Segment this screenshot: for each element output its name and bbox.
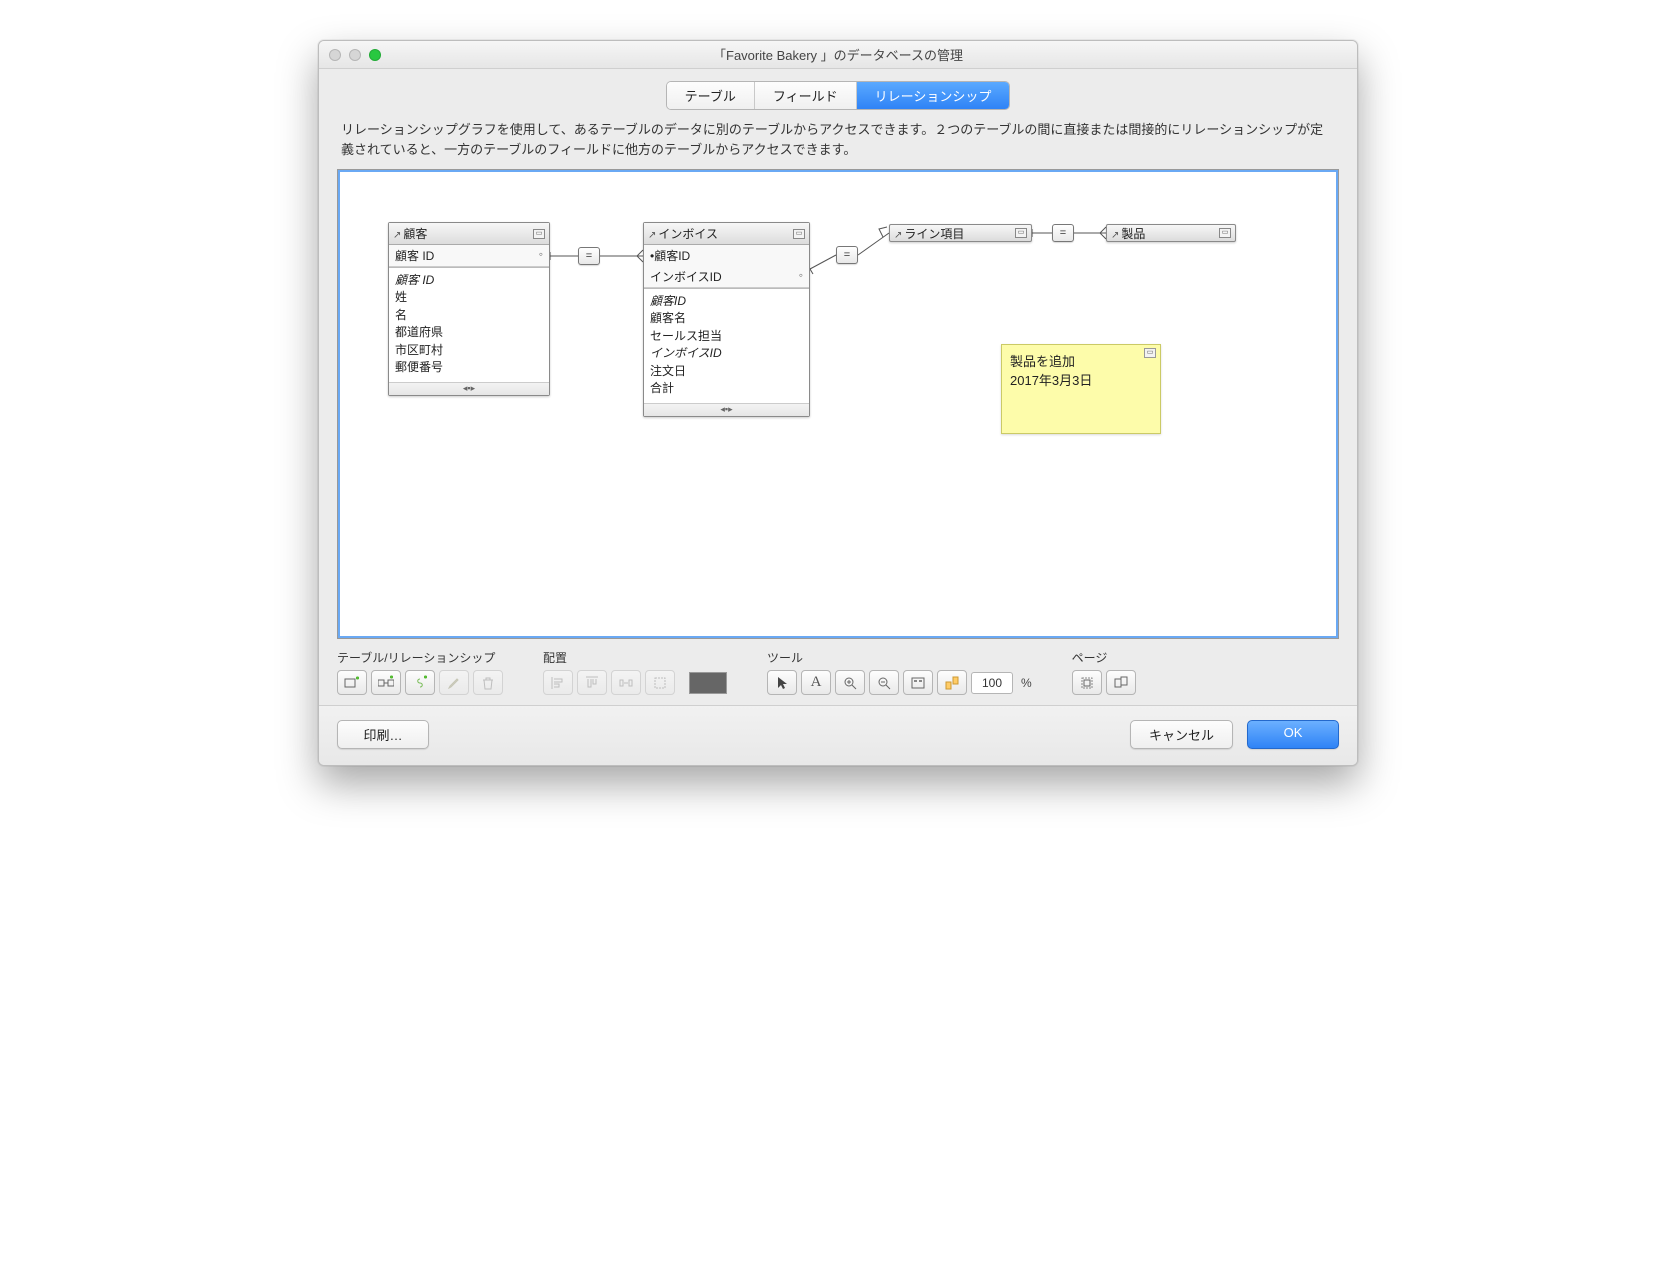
table-invoice-key1: •顧客ID	[650, 247, 690, 264]
show-page-breaks-button[interactable]	[937, 670, 967, 695]
group-page: ページ	[1072, 649, 1136, 695]
table-customer[interactable]: 顧客 顧客 ID 顧客 ID 姓 名 都道府県 市区町村 郵便番号 ◂▪▸	[388, 222, 550, 396]
page-multi-button[interactable]	[1106, 670, 1136, 695]
collapse-icon[interactable]	[1219, 228, 1231, 238]
tab-relationships[interactable]: リレーションシップ	[857, 82, 1010, 109]
note-line1: 製品を追加	[1010, 351, 1152, 370]
fit-window-button[interactable]	[903, 670, 933, 695]
group-tools: ツール A 100 %	[767, 649, 1032, 695]
collapse-icon[interactable]	[533, 229, 545, 239]
segmented-tabs: テーブル フィールド リレーションシップ	[666, 81, 1011, 110]
group-label: テーブル/リレーションシップ	[337, 649, 503, 666]
table-product[interactable]: 製品	[1106, 224, 1236, 242]
scroll-hint-icon[interactable]: ◂▪▸	[389, 382, 549, 395]
tab-fields[interactable]: フィールド	[755, 82, 857, 109]
description-text: リレーションシップグラフを使用して、あるテーブルのデータに別のテーブルからアクセ…	[319, 118, 1357, 169]
zoom-value-field[interactable]: 100	[971, 672, 1013, 694]
table-invoice-key2: インボイスID	[650, 268, 722, 285]
scroll-hint-icon[interactable]: ◂▪▸	[644, 403, 809, 416]
tabbar: テーブル フィールド リレーションシップ	[319, 69, 1357, 118]
join-operator-lineitem-product[interactable]: =	[1052, 224, 1074, 242]
table-lineitem-title: ライン項目	[894, 225, 964, 242]
add-table-button[interactable]	[337, 670, 367, 695]
delete-button[interactable]	[473, 670, 503, 695]
table-customer-title: 顧客	[393, 225, 427, 242]
pointer-tool-button[interactable]	[767, 670, 797, 695]
align-left-button[interactable]	[543, 670, 573, 695]
align-top-button[interactable]	[577, 670, 607, 695]
table-invoice-fields: 顧客ID 顧客名 セールス担当 インボイスID 注文日 合計	[644, 288, 809, 403]
table-lineitem[interactable]: ライン項目	[889, 224, 1032, 242]
group-table-relationship: テーブル/リレーションシップ	[337, 649, 503, 695]
tab-tables[interactable]: テーブル	[667, 82, 755, 109]
edit-button[interactable]	[439, 670, 469, 695]
collapse-icon[interactable]	[1015, 228, 1027, 238]
duplicate-button[interactable]	[405, 670, 435, 695]
table-invoice-title: インボイス	[648, 225, 718, 242]
resize-button[interactable]	[645, 670, 675, 695]
titlebar[interactable]: 「Favorite Bakery 」のデータベースの管理	[319, 41, 1357, 69]
group-label: ツール	[767, 649, 1032, 666]
zoom-in-button[interactable]	[835, 670, 865, 695]
join-operator-invoice-lineitem[interactable]: =	[836, 246, 858, 264]
page-select-button[interactable]	[1072, 670, 1102, 695]
zoom-out-button[interactable]	[869, 670, 899, 695]
ok-button[interactable]: OK	[1247, 720, 1339, 749]
window-title: 「Favorite Bakery 」のデータベースの管理	[319, 45, 1357, 64]
color-swatch[interactable]	[689, 672, 727, 694]
zoom-percent-label: %	[1021, 676, 1032, 690]
collapse-icon[interactable]	[793, 229, 805, 239]
note-line2: 2017年3月3日	[1010, 370, 1152, 389]
key-indicator-icon	[799, 268, 803, 285]
group-label: ページ	[1072, 649, 1136, 666]
group-label: 配置	[543, 649, 727, 666]
key-indicator-icon	[539, 247, 543, 264]
distribute-h-button[interactable]	[611, 670, 641, 695]
join-operator-customer-invoice[interactable]: =	[578, 247, 600, 265]
note-collapse-icon[interactable]	[1144, 348, 1156, 358]
canvas-note[interactable]: 製品を追加 2017年3月3日	[1001, 344, 1161, 434]
manage-database-window: 「Favorite Bakery 」のデータベースの管理 テーブル フィールド …	[318, 40, 1358, 766]
table-invoice[interactable]: インボイス •顧客ID インボイスID 顧客ID 顧客名 セールス担当 インボイ…	[643, 222, 810, 417]
table-customer-fields: 顧客 ID 姓 名 都道府県 市区町村 郵便番号	[389, 267, 549, 382]
add-relationship-button[interactable]	[371, 670, 401, 695]
print-button[interactable]: 印刷…	[337, 720, 429, 749]
relationship-graph-canvas[interactable]: = = = 顧客 顧客 ID 顧客 ID 姓 名 都道府県 市区町村 郵便番号 …	[337, 169, 1339, 639]
table-product-title: 製品	[1111, 225, 1145, 242]
cancel-button[interactable]: キャンセル	[1130, 720, 1233, 749]
text-note-tool-button[interactable]: A	[801, 670, 831, 695]
table-customer-key: 顧客 ID	[395, 247, 434, 264]
group-arrange: 配置	[543, 649, 727, 695]
dialog-footer: 印刷… キャンセル OK	[319, 705, 1357, 765]
tool-strip: テーブル/リレーションシップ 配置	[319, 645, 1357, 705]
